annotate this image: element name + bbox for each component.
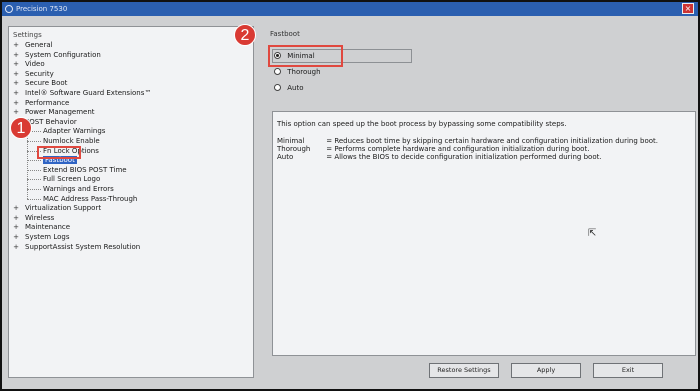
expand-icon[interactable]: + bbox=[13, 61, 19, 68]
expand-icon[interactable]: + bbox=[13, 80, 19, 87]
tree-item-label: Extend BIOS POST Time bbox=[43, 165, 127, 174]
tree-item-label: Power Management bbox=[25, 108, 95, 117]
settings-tree-panel: Settings + General + System Configuration + V… bbox=[8, 26, 254, 378]
tree-item-label: Virtualization Support bbox=[25, 204, 102, 213]
description-term: Auto bbox=[277, 153, 294, 161]
description-row: Auto = Allows the BIOS to decide configu… bbox=[277, 153, 658, 161]
restore-settings-button[interactable]: Restore Settings bbox=[429, 363, 499, 378]
radio-label: Thorough bbox=[287, 68, 321, 76]
tree-connector-line bbox=[27, 198, 41, 200]
tree-item[interactable]: + Power Management bbox=[13, 108, 95, 117]
tree-connector-line bbox=[27, 169, 41, 171]
tree-item-label: Video bbox=[25, 60, 45, 69]
tree-item[interactable]: + Secure Boot bbox=[13, 79, 67, 88]
description-text: = Allows the BIOS to decide configuratio… bbox=[326, 153, 602, 161]
radio-unchecked-icon bbox=[274, 68, 281, 75]
tree-item-label: POST Behavior bbox=[25, 117, 77, 126]
description-box: This option can speed up the boot proces… bbox=[272, 111, 696, 356]
tree-item[interactable]: Full Screen Logo bbox=[43, 175, 100, 184]
fastboot-panel: Fastboot Minimal Thorough Auto This opti… bbox=[264, 26, 696, 378]
tree-connector-line bbox=[27, 179, 41, 181]
annotation-marker-2: 2 bbox=[234, 24, 256, 46]
tree-connector-line bbox=[27, 160, 41, 162]
annotation-highlight-minimal bbox=[268, 45, 343, 67]
tree-item-label: System Configuration bbox=[25, 50, 101, 59]
tree-item-label: Warnings and Errors bbox=[43, 185, 114, 193]
bios-screen: Precision 7530 × Settings + General + Syste… bbox=[0, 0, 700, 391]
expand-icon[interactable]: + bbox=[13, 90, 19, 97]
tree-item-label: General bbox=[25, 41, 53, 49]
tree-item[interactable]: + Wireless bbox=[13, 214, 54, 223]
description-row: Minimal = Reduces boot time by skipping … bbox=[277, 137, 658, 145]
expand-icon[interactable]: + bbox=[13, 234, 19, 241]
tree-item-label: Security bbox=[25, 69, 54, 78]
tree-item[interactable]: Numlock Enable bbox=[43, 137, 100, 146]
description-text: = Performs complete hardware and configu… bbox=[326, 145, 590, 153]
description-row: Thorough = Performs complete hardware an… bbox=[277, 145, 658, 153]
tree-item[interactable]: Adapter Warnings bbox=[43, 127, 105, 136]
annotation-highlight-fastboot bbox=[37, 146, 81, 159]
description-intro: This option can speed up the boot proces… bbox=[277, 120, 567, 128]
tree-item-label: Wireless bbox=[25, 213, 55, 222]
title-bar: Precision 7530 × bbox=[2, 2, 698, 16]
expand-icon[interactable]: + bbox=[13, 99, 19, 107]
tree-item-label: Full Screen Logo bbox=[43, 175, 101, 184]
tree-item[interactable]: MAC Address Pass-Through bbox=[43, 195, 137, 204]
tree-item-label: Numlock Enable bbox=[43, 137, 100, 145]
tree-item[interactable]: + Performance bbox=[13, 99, 69, 108]
tree-item-label: Secure Boot bbox=[25, 79, 68, 88]
expand-icon[interactable]: + bbox=[13, 109, 19, 116]
tree-item[interactable]: + SupportAssist System Resolution bbox=[13, 243, 140, 252]
expand-icon[interactable]: + bbox=[13, 214, 19, 222]
group-label: Fastboot bbox=[270, 30, 300, 38]
radio-thorough[interactable]: Thorough bbox=[274, 67, 321, 77]
tree-item-label: SupportAssist System Resolution bbox=[25, 242, 141, 251]
radio-label: Auto bbox=[287, 84, 304, 92]
tree-connector-line bbox=[27, 141, 41, 142]
expand-icon[interactable]: + bbox=[13, 42, 19, 49]
tree-item[interactable]: Warnings and Errors bbox=[43, 185, 114, 194]
mouse-cursor-icon: ⇱ bbox=[588, 228, 597, 239]
tree-item[interactable]: + Virtualization Support bbox=[13, 204, 101, 213]
annotation-marker-1: 1 bbox=[10, 117, 32, 139]
window-title: Precision 7530 bbox=[16, 5, 68, 13]
expand-icon[interactable]: + bbox=[13, 51, 19, 59]
exit-button[interactable]: Exit bbox=[593, 363, 663, 378]
description-term: Minimal bbox=[277, 137, 305, 145]
tree-item[interactable]: + Maintenance bbox=[13, 223, 70, 232]
expand-icon[interactable]: + bbox=[13, 70, 19, 78]
description-table: Minimal = Reduces boot time by skipping … bbox=[277, 137, 658, 161]
tree-item[interactable]: + General bbox=[13, 41, 53, 50]
tree-item-label: Performance bbox=[25, 98, 70, 107]
tree-item[interactable]: + Video bbox=[13, 60, 45, 69]
tree-item[interactable]: + System Logs bbox=[13, 233, 69, 242]
expand-icon[interactable]: + bbox=[13, 224, 19, 231]
tree-item[interactable]: + Security bbox=[13, 70, 54, 79]
tree-item-label: MAC Address Pass-Through bbox=[43, 194, 138, 203]
tree-item-label: Maintenance bbox=[25, 223, 71, 232]
tree-item-label: Intel® Software Guard Extensions™ bbox=[25, 89, 152, 97]
tree-item[interactable]: + System Configuration bbox=[13, 51, 101, 60]
tree-item[interactable]: + Intel® Software Guard Extensions™ bbox=[13, 89, 151, 98]
radio-auto[interactable]: Auto bbox=[274, 83, 304, 93]
dell-logo-icon bbox=[5, 5, 13, 13]
tree-connector-line bbox=[27, 189, 41, 190]
tree-item-label: System Logs bbox=[25, 233, 70, 241]
tree-item[interactable]: Extend BIOS POST Time bbox=[43, 166, 127, 175]
apply-button[interactable]: Apply bbox=[511, 363, 581, 378]
description-text: = Reduces boot time by skipping certain … bbox=[326, 137, 658, 145]
expand-icon[interactable]: + bbox=[13, 205, 19, 212]
expand-icon[interactable]: + bbox=[13, 243, 19, 251]
settings-root-label: Settings bbox=[13, 31, 42, 39]
tree-item-label: Adapter Warnings bbox=[43, 127, 106, 136]
close-icon[interactable]: × bbox=[682, 3, 694, 14]
description-term: Thorough bbox=[277, 145, 311, 153]
radio-unchecked-icon bbox=[274, 84, 281, 91]
